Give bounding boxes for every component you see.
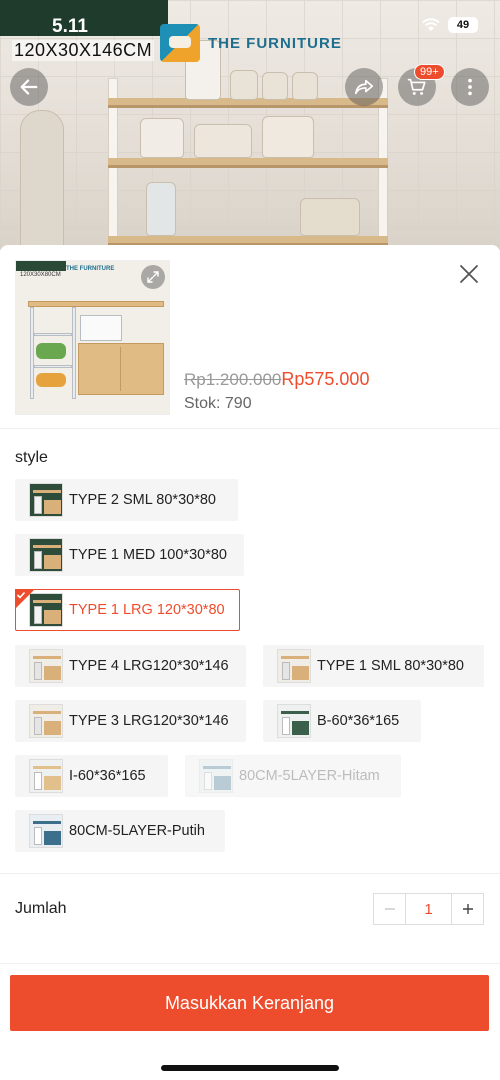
zoom-image-button[interactable]	[141, 265, 165, 289]
brand-logo-icon	[160, 24, 200, 62]
plus-icon	[462, 904, 473, 914]
variation-sheet: 120X30X80CM THE FURNITURE Rp1.200.000 Rp…	[0, 245, 500, 1080]
dish-rack	[194, 124, 252, 158]
more-vertical-icon	[468, 78, 472, 96]
jar	[262, 72, 288, 100]
thumb-frame-leg	[30, 307, 34, 399]
apron	[20, 110, 64, 250]
option-label: TYPE 3 LRG120*30*146	[69, 713, 229, 729]
thumb-microwave	[80, 315, 122, 341]
home-indicator[interactable]	[161, 1065, 339, 1071]
variation-option[interactable]: 80CM-5LAYER-Putih	[15, 810, 225, 852]
thumb-vegetables	[36, 343, 66, 359]
option-label: TYPE 1 SML 80*30*80	[317, 658, 464, 674]
variation-option[interactable]: TYPE 4 LRG120*30*146	[15, 645, 246, 687]
variation-option[interactable]: TYPE 1 SML 80*30*80	[263, 645, 484, 687]
variation-title: style	[15, 449, 48, 466]
status-time: 5.11	[52, 16, 88, 37]
kettle	[140, 118, 184, 158]
variation-option[interactable]: I-60*36*165	[15, 755, 168, 797]
minus-icon	[384, 908, 395, 910]
decrease-button[interactable]	[374, 894, 405, 924]
option-label: 80CM-5LAYER-Hitam	[239, 768, 380, 784]
price-sale: Rp575.000	[281, 369, 370, 389]
price-original: Rp1.200.000	[184, 370, 282, 389]
variation-option[interactable]: TYPE 3 LRG120*30*146	[15, 700, 246, 742]
divider	[0, 428, 500, 429]
thumb-frame-leg	[72, 307, 76, 399]
option-thumbnail	[277, 704, 311, 738]
product-hero-image: 5.11 49 120X30X146CM THE FURNITURE 99+	[0, 0, 500, 250]
option-label: B-60*36*165	[317, 713, 400, 729]
thumb-rack	[34, 365, 72, 368]
thumb-label-bar	[16, 261, 66, 271]
arrow-left-icon	[20, 79, 38, 95]
variation-option[interactable]: TYPE 2 SML 80*30*80	[15, 479, 238, 521]
more-menu-button[interactable]	[451, 68, 489, 106]
thumb-dims: 120X30X80CM	[20, 272, 61, 278]
bread-maker	[300, 198, 360, 236]
product-thumbnail[interactable]: 120X30X80CM THE FURNITURE	[15, 260, 170, 415]
option-label: 80CM-5LAYER-Putih	[69, 823, 205, 839]
divider	[0, 873, 500, 874]
option-label: TYPE 4 LRG120*30*146	[69, 658, 229, 674]
quantity-input[interactable]: 1	[405, 894, 452, 924]
bottom-action-bar: Masukkan Keranjang	[0, 963, 500, 1080]
share-icon	[354, 79, 374, 95]
option-thumbnail	[29, 649, 63, 683]
option-thumbnail	[29, 759, 63, 793]
option-thumbnail	[277, 649, 311, 683]
price-row: Rp1.200.000 Rp575.000	[184, 369, 369, 390]
thumb-brand: THE FURNITURE	[66, 266, 115, 272]
variation-option[interactable]: B-60*36*165	[263, 700, 421, 742]
thumb-rack	[34, 333, 72, 336]
option-label: I-60*36*165	[69, 768, 146, 784]
wifi-icon	[422, 18, 440, 31]
add-to-cart-button[interactable]: Masukkan Keranjang	[10, 975, 489, 1031]
jar	[230, 70, 258, 100]
option-label: TYPE 2 SML 80*30*80	[69, 492, 216, 508]
option-thumbnail	[29, 814, 63, 848]
stock-text: Stok: 790	[184, 395, 252, 412]
variation-option[interactable]: TYPE 1 LRG 120*30*80	[15, 589, 240, 631]
thumb-top-board	[28, 301, 164, 307]
thumb-fruits	[36, 373, 66, 387]
battery-icon: 49	[448, 17, 478, 33]
quantity-stepper: 1	[373, 893, 484, 925]
jar	[292, 72, 318, 100]
shelf-board	[108, 158, 388, 168]
glass-jar	[146, 182, 176, 236]
variation-option[interactable]: TYPE 1 MED 100*30*80	[15, 534, 244, 576]
selected-check-icon	[15, 589, 35, 609]
increase-button[interactable]	[452, 894, 483, 924]
toaster	[262, 116, 314, 158]
quantity-label: Jumlah	[15, 900, 67, 917]
share-button[interactable]	[345, 68, 383, 106]
cart-button[interactable]: 99+	[398, 64, 445, 106]
variation-option: 80CM-5LAYER-Hitam	[185, 755, 401, 797]
back-button[interactable]	[10, 68, 48, 106]
status-icons: 49	[422, 17, 478, 33]
brand-text: THE FURNITURE	[208, 34, 342, 52]
close-icon[interactable]	[457, 262, 481, 286]
option-label: TYPE 1 LRG 120*30*80	[69, 602, 225, 618]
expand-icon	[147, 271, 159, 283]
option-thumbnail	[29, 483, 63, 517]
option-label: TYPE 1 MED 100*30*80	[69, 547, 227, 563]
option-thumbnail	[29, 704, 63, 738]
dimension-label: 120X30X146CM	[12, 40, 155, 61]
cart-count-badge: 99+	[414, 64, 445, 80]
brand-watermark: THE FURNITURE	[160, 24, 342, 62]
thumb-cabinet	[78, 343, 164, 395]
thumb-cabinet-split	[120, 347, 121, 391]
option-thumbnail	[29, 538, 63, 572]
option-thumbnail	[199, 759, 233, 793]
